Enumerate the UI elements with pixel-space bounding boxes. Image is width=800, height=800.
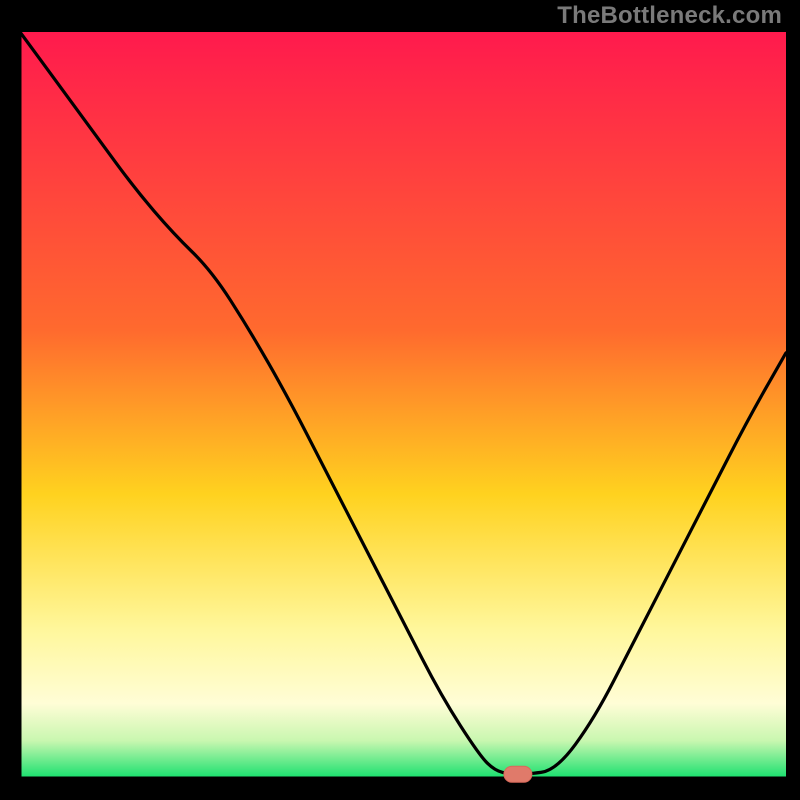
gradient-background — [20, 32, 786, 778]
plot-area — [18, 32, 786, 784]
optimal-marker — [504, 766, 532, 782]
bottleneck-chart — [18, 32, 786, 784]
chart-outer: TheBottleneck.com — [0, 0, 800, 800]
watermark-text: TheBottleneck.com — [557, 2, 782, 30]
